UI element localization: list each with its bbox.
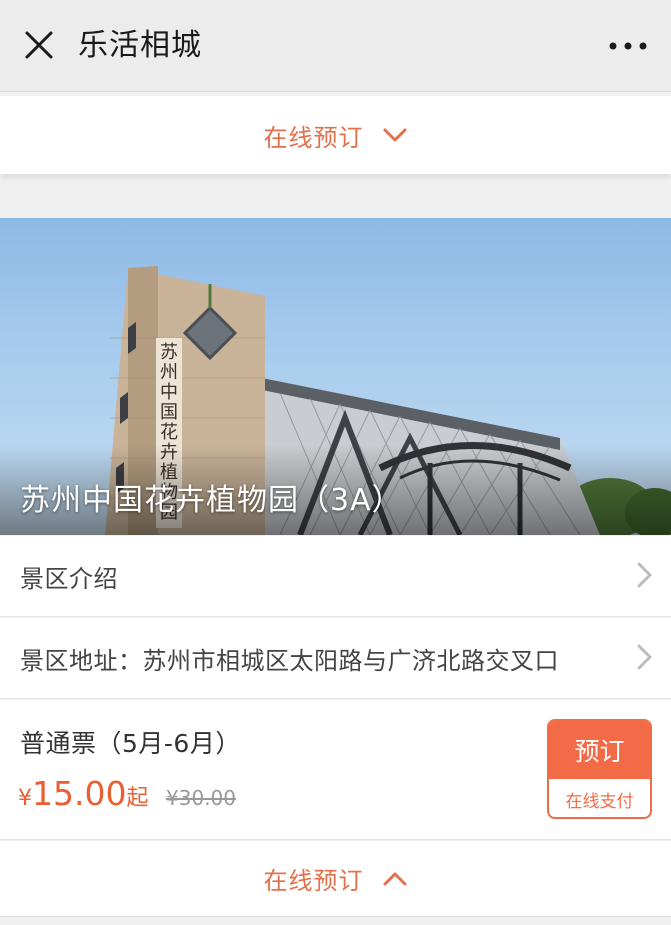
- online-booking-toggle-bottom[interactable]: 在线预订: [0, 841, 671, 917]
- scenic-address-row[interactable]: 景区地址：苏州市相城区太阳路与广济北路交叉口: [0, 618, 671, 699]
- ticket-name: 普通票（5月-6月）: [20, 729, 241, 758]
- scenic-intro-label: 景区介绍: [20, 564, 118, 593]
- close-icon: [25, 31, 53, 59]
- attraction-photo[interactable]: 苏 州 中 国 花 卉 植 物 园 苏州中国花卉植物园（3A）: [0, 218, 671, 535]
- scenic-intro-row[interactable]: 景区介绍: [0, 536, 671, 617]
- price-value: 15.00: [32, 774, 127, 813]
- more-button[interactable]: [605, 30, 651, 62]
- online-booking-toggle-top[interactable]: 在线预订: [0, 96, 671, 174]
- attraction-title: 苏州中国花卉植物园（3A）: [20, 483, 403, 518]
- chevron-right-icon: [635, 642, 653, 676]
- online-booking-label: 在线预订: [263, 867, 364, 895]
- page-title: 乐活相城: [78, 28, 202, 63]
- original-price: ¥30.00: [166, 786, 236, 810]
- online-booking-label: 在线预订: [263, 123, 364, 152]
- price-suffix: 起: [126, 786, 149, 811]
- app-header: 乐活相城: [0, 0, 671, 92]
- chevron-up-icon: [382, 871, 408, 887]
- scenic-address-label: 景区地址：苏州市相城区太阳路与广济北路交叉口: [20, 646, 559, 675]
- photo-sign-char: 中: [160, 382, 178, 403]
- more-icon: [609, 42, 647, 50]
- book-button-label: 预订: [549, 721, 650, 779]
- photo-sign-char: 国: [160, 402, 178, 423]
- close-button[interactable]: [18, 24, 60, 66]
- book-button[interactable]: 预订 在线支付: [547, 719, 652, 819]
- photo-sign-char: 州: [160, 362, 178, 383]
- chevron-right-icon: [635, 560, 653, 594]
- photo-sign-char: 花: [160, 422, 178, 443]
- photo-sign-char: 苏: [160, 342, 178, 363]
- chevron-down-icon: [382, 127, 408, 143]
- price-currency: ¥: [18, 786, 32, 811]
- ticket-price: ¥ 15.00 起: [18, 774, 149, 813]
- book-button-sublabel: 在线支付: [565, 791, 634, 812]
